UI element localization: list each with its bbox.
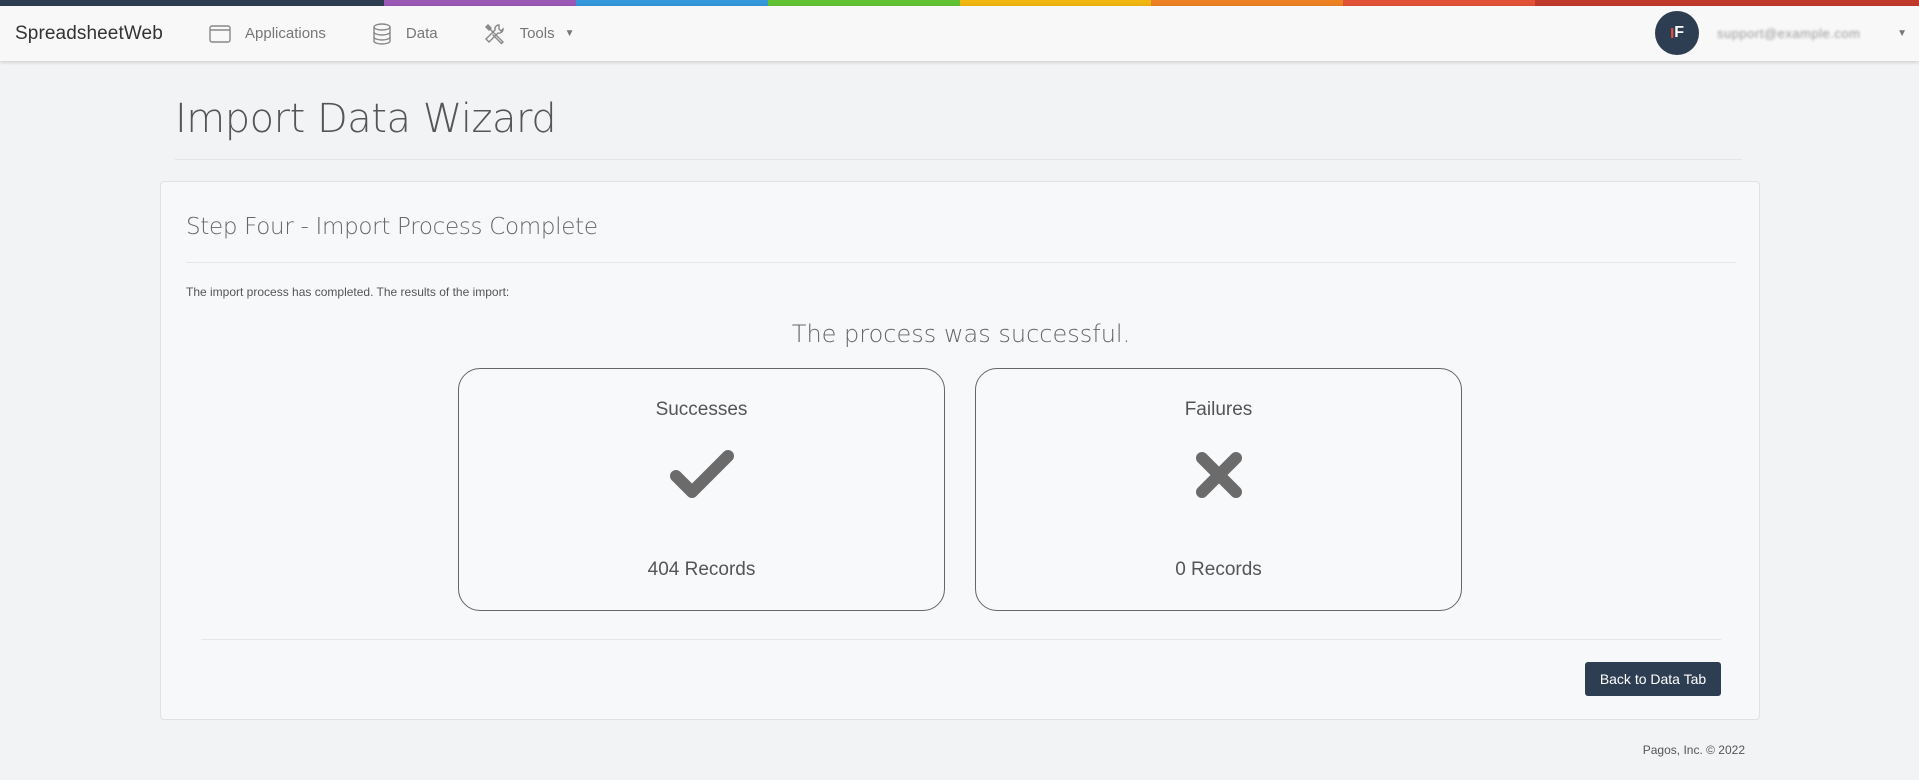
successes-count: 404 Records bbox=[647, 559, 756, 580]
failures-count: 0 Records bbox=[1175, 559, 1262, 580]
failures-label: Failures bbox=[1184, 399, 1253, 420]
top-navbar: SpreadsheetWeb Applications Data Tools ▼… bbox=[0, 6, 1919, 61]
wizard-panel: Step Four - Import Process Complete The … bbox=[160, 181, 1760, 720]
user-email: support@example.com bbox=[1717, 25, 1861, 41]
chevron-down-icon: ▼ bbox=[564, 28, 575, 39]
x-icon bbox=[1195, 452, 1242, 498]
successes-label: Successes bbox=[655, 399, 748, 420]
chevron-down-icon[interactable]: ▼ bbox=[1897, 28, 1907, 39]
status-message: The process was successful. bbox=[791, 320, 1131, 348]
user-menu[interactable]: IF support@example.com ▼ bbox=[1655, 11, 1907, 55]
actions-divider bbox=[201, 639, 1721, 640]
nav-item-tools[interactable]: Tools ▼ bbox=[484, 23, 575, 45]
step-divider bbox=[186, 262, 1736, 263]
check-icon bbox=[669, 450, 734, 498]
window-icon bbox=[209, 24, 231, 43]
back-to-data-tab-button[interactable]: Back to Data Tab bbox=[1585, 662, 1721, 696]
step-title: Step Four - Import Process Complete bbox=[186, 214, 598, 240]
avatar-initial: F bbox=[1674, 24, 1685, 41]
footer-copyright: Pagos, Inc. © 2022 bbox=[1642, 743, 1745, 757]
tools-icon bbox=[484, 23, 504, 44]
brand-logo[interactable]: SpreadsheetWeb bbox=[15, 23, 195, 45]
nav-label-applications: Applications bbox=[245, 25, 326, 42]
nav-item-data[interactable]: Data bbox=[372, 22, 438, 45]
title-divider bbox=[175, 159, 1742, 160]
successes-card: Successes 404 Records bbox=[458, 368, 945, 611]
database-icon bbox=[373, 22, 391, 45]
page-title: Import Data Wizard bbox=[175, 96, 557, 142]
avatar[interactable]: IF bbox=[1655, 11, 1700, 55]
nav-label-tools: Tools bbox=[519, 25, 555, 42]
nav-item-applications[interactable]: Applications bbox=[209, 24, 326, 44]
intro-text: The import process has completed. The re… bbox=[186, 285, 510, 299]
failures-card: Failures 0 Records bbox=[975, 368, 1462, 611]
nav-label-data: Data bbox=[405, 25, 438, 42]
